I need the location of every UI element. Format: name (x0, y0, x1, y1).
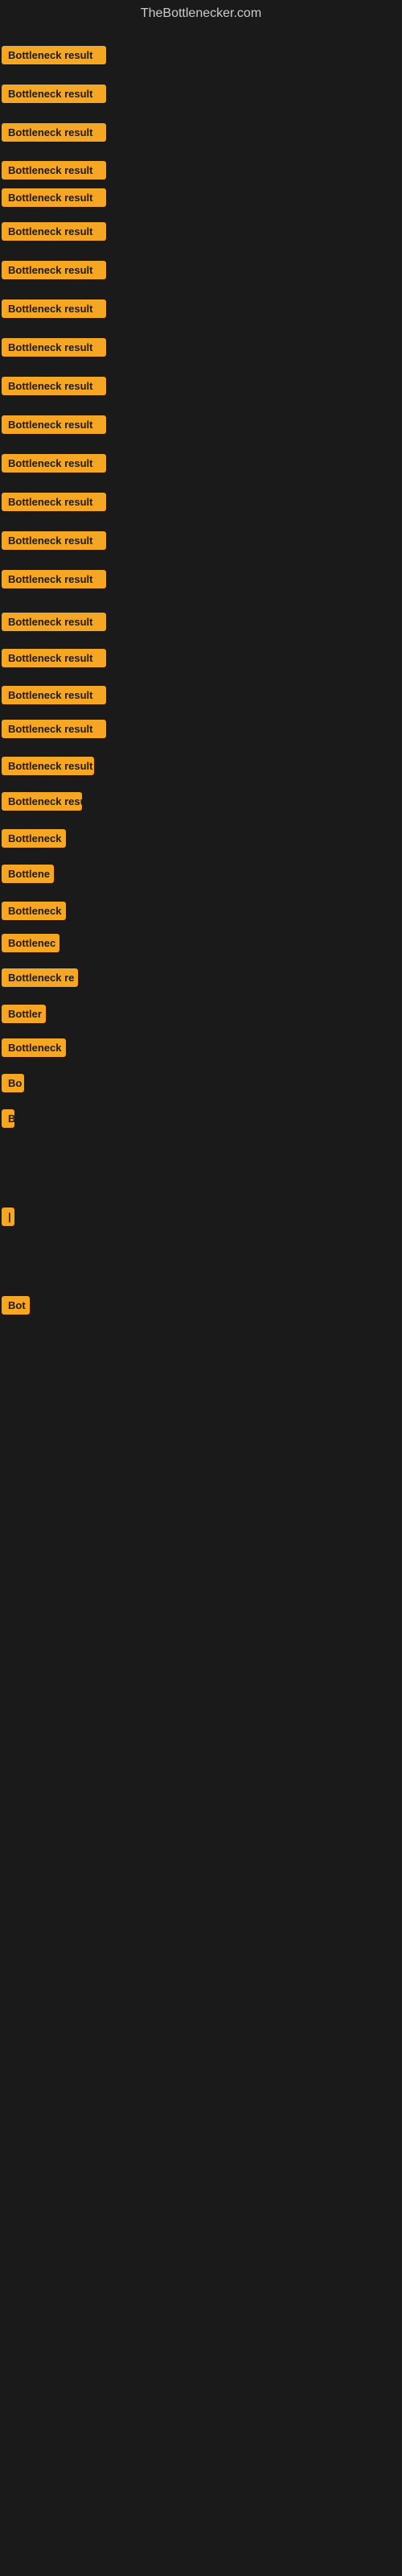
bottleneck-result-button-25[interactable]: Bottlenec (2, 934, 59, 952)
bottleneck-result-button-1[interactable]: Bottleneck result (2, 46, 106, 64)
bottleneck-result-button-22[interactable]: Bottleneck (2, 829, 66, 848)
bottleneck-result-button-6[interactable]: Bottleneck result (2, 222, 106, 241)
bottleneck-result-button-9[interactable]: Bottleneck result (2, 338, 106, 357)
bottleneck-result-button-5[interactable]: Bottleneck result (2, 188, 106, 207)
bottleneck-result-button-24[interactable]: Bottleneck (2, 902, 66, 920)
site-title: TheBottlenecker.com (0, 0, 402, 27)
bottleneck-result-button-30[interactable]: B (2, 1109, 14, 1128)
bottleneck-result-button-4[interactable]: Bottleneck result (2, 161, 106, 180)
bottleneck-result-button-10[interactable]: Bottleneck result (2, 377, 106, 395)
bottleneck-result-button-19[interactable]: Bottleneck result (2, 720, 106, 738)
bottleneck-result-button-21[interactable]: Bottleneck resu (2, 792, 82, 811)
bottleneck-result-button-23[interactable]: Bottlene (2, 865, 54, 883)
bottleneck-result-button-26[interactable]: Bottleneck re (2, 968, 78, 987)
bottleneck-result-button-31[interactable]: | (2, 1208, 14, 1226)
bottleneck-result-button-2[interactable]: Bottleneck result (2, 85, 106, 103)
bottleneck-result-button-12[interactable]: Bottleneck result (2, 454, 106, 473)
bottleneck-result-button-28[interactable]: Bottleneck (2, 1038, 66, 1057)
bottleneck-result-button-14[interactable]: Bottleneck result (2, 531, 106, 550)
bottleneck-result-button-16[interactable]: Bottleneck result (2, 613, 106, 631)
bottleneck-result-button-7[interactable]: Bottleneck result (2, 261, 106, 279)
bottleneck-result-button-11[interactable]: Bottleneck result (2, 415, 106, 434)
bottleneck-result-button-20[interactable]: Bottleneck result (2, 757, 94, 775)
bottleneck-result-button-32[interactable]: Bot (2, 1296, 30, 1315)
bottleneck-result-button-8[interactable]: Bottleneck result (2, 299, 106, 318)
bottleneck-result-button-29[interactable]: Bo (2, 1074, 24, 1092)
bottleneck-result-button-17[interactable]: Bottleneck result (2, 649, 106, 667)
bottleneck-result-button-27[interactable]: Bottler (2, 1005, 46, 1023)
bottleneck-result-button-15[interactable]: Bottleneck result (2, 570, 106, 588)
bottleneck-result-button-3[interactable]: Bottleneck result (2, 123, 106, 142)
bottleneck-result-button-13[interactable]: Bottleneck result (2, 493, 106, 511)
bottleneck-result-button-18[interactable]: Bottleneck result (2, 686, 106, 704)
